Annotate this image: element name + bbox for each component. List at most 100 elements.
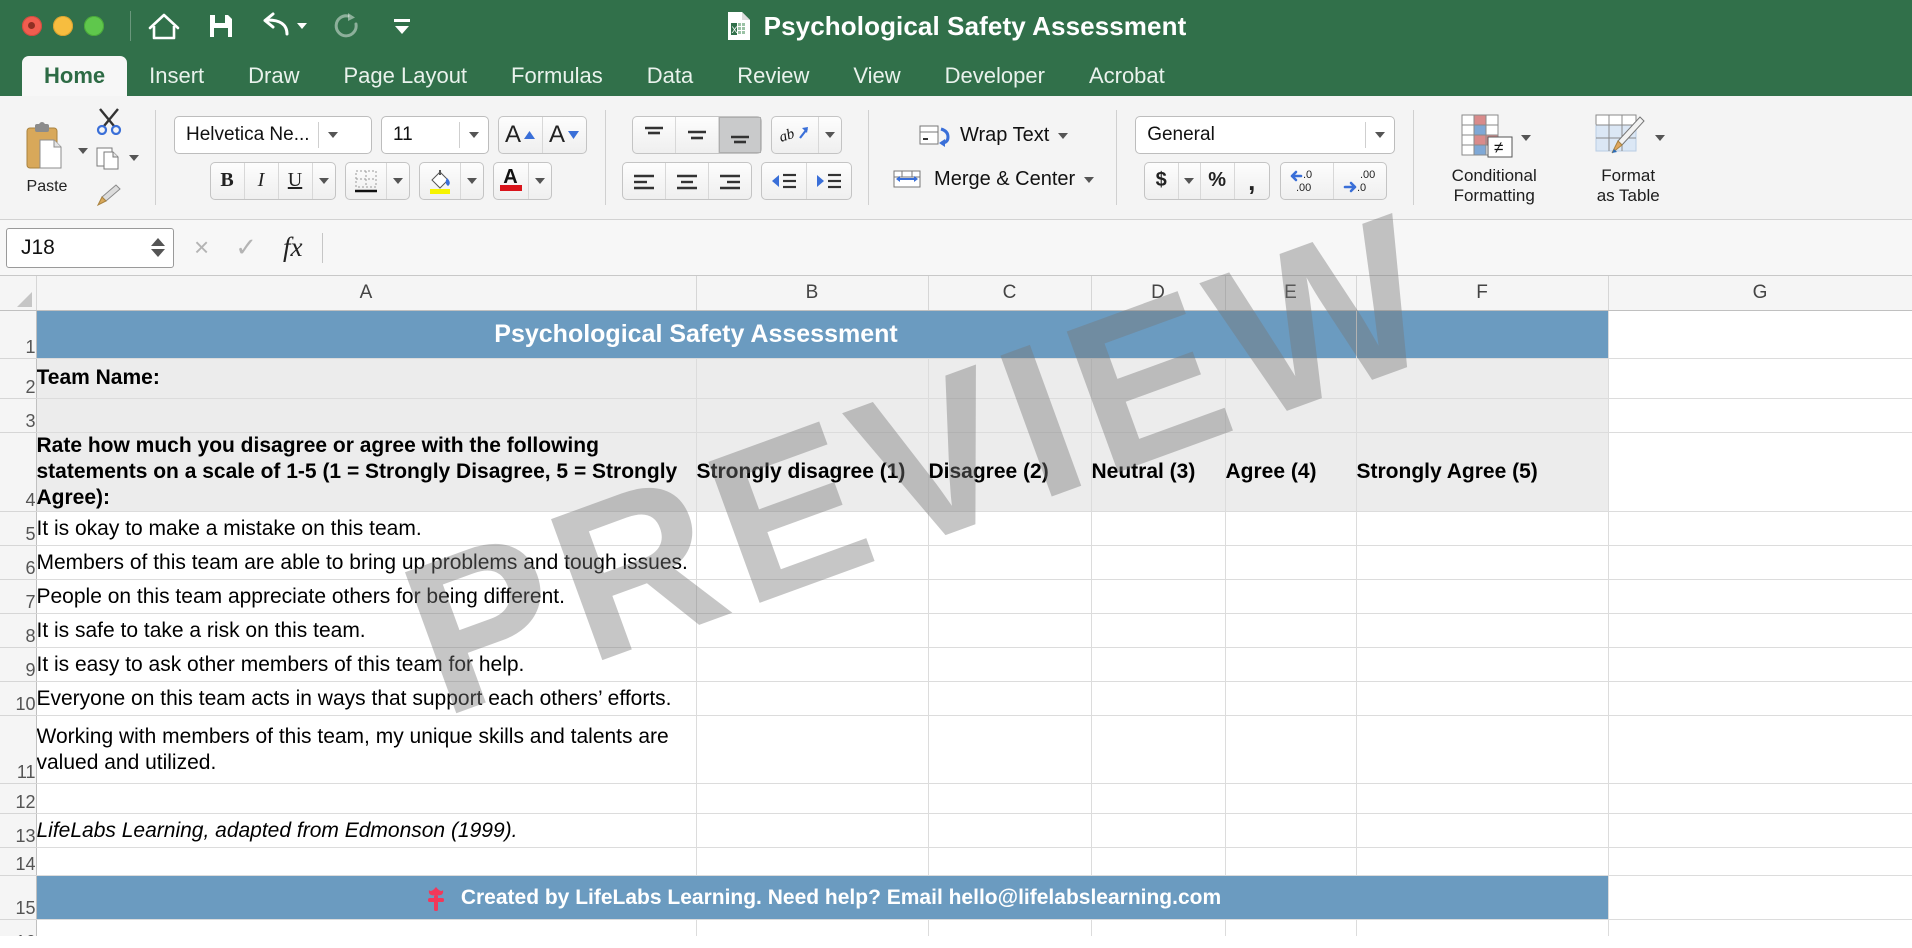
cell-a4[interactable]: Rate how much you disagree or agree with… — [36, 432, 696, 512]
cell-a7[interactable]: People on this team appreciate others fo… — [36, 580, 696, 614]
cell-f2[interactable] — [1356, 358, 1608, 398]
customize-toolbar-icon[interactable] — [389, 13, 415, 39]
cell-g7[interactable] — [1608, 580, 1912, 614]
cell-e14[interactable] — [1225, 848, 1356, 876]
font-family-caret[interactable] — [328, 132, 338, 138]
cell-b8[interactable] — [696, 614, 928, 648]
currency-dropdown-caret[interactable] — [1179, 163, 1201, 199]
orientation-button[interactable]: ab — [772, 117, 819, 153]
save-icon[interactable] — [207, 12, 235, 40]
tab-developer[interactable]: Developer — [923, 56, 1067, 96]
cell-d2[interactable] — [1091, 358, 1225, 398]
row-header-1[interactable]: 1 — [0, 310, 36, 358]
cell-f1[interactable] — [1356, 310, 1608, 358]
cell-a10[interactable]: Everyone on this team acts in ways that … — [36, 682, 696, 716]
cell-c2[interactable] — [928, 358, 1091, 398]
conditional-formatting-button[interactable]: ≠ Conditional Formatting — [1430, 110, 1558, 204]
cell-g6[interactable] — [1608, 546, 1912, 580]
cell-d14[interactable] — [1091, 848, 1225, 876]
decrease-font-size-button[interactable]: A — [543, 117, 586, 153]
cut-button[interactable] — [94, 106, 139, 136]
cell-d7[interactable] — [1091, 580, 1225, 614]
cell-b7[interactable] — [696, 580, 928, 614]
cell-e13[interactable] — [1225, 814, 1356, 848]
cell-b5[interactable] — [696, 512, 928, 546]
cell-g16[interactable] — [1608, 920, 1912, 936]
cell-f16[interactable] — [1356, 920, 1608, 936]
cell-a6[interactable]: Members of this team are able to bring u… — [36, 546, 696, 580]
increase-indent-button[interactable] — [807, 163, 851, 199]
cell-b12[interactable] — [696, 784, 928, 814]
number-format-caret[interactable] — [1375, 132, 1385, 138]
formula-input[interactable] — [323, 228, 1912, 268]
cell-e3[interactable] — [1225, 398, 1356, 432]
top-align-button[interactable] — [633, 117, 676, 153]
cell-d8[interactable] — [1091, 614, 1225, 648]
redo-icon[interactable] — [333, 11, 363, 41]
cell-c8[interactable] — [928, 614, 1091, 648]
font-color-dropdown-caret[interactable] — [529, 163, 551, 199]
format-as-table-caret[interactable] — [1655, 135, 1665, 141]
cell-c16[interactable] — [928, 920, 1091, 936]
cell-d12[interactable] — [1091, 784, 1225, 814]
cell-f10[interactable] — [1356, 682, 1608, 716]
cell-a12[interactable] — [36, 784, 696, 814]
tab-insert[interactable]: Insert — [127, 56, 226, 96]
minimize-window-button[interactable] — [53, 16, 73, 36]
cell-a14[interactable] — [36, 848, 696, 876]
cell-f14[interactable] — [1356, 848, 1608, 876]
cell-f11[interactable] — [1356, 716, 1608, 784]
row-header-11[interactable]: 11 — [0, 716, 36, 784]
cell-e11[interactable] — [1225, 716, 1356, 784]
cell-a11[interactable]: Working with members of this team, my un… — [36, 716, 696, 784]
row-header-2[interactable]: 2 — [0, 358, 36, 398]
cell-f13[interactable] — [1356, 814, 1608, 848]
paste-button[interactable]: Paste — [10, 120, 84, 196]
font-family-select[interactable]: Helvetica Ne... — [174, 116, 372, 154]
format-as-table-button[interactable]: Format as Table — [1564, 110, 1692, 204]
number-format-select[interactable]: General — [1135, 116, 1395, 154]
cell-a3[interactable] — [36, 398, 696, 432]
column-header-f[interactable]: F — [1356, 276, 1608, 310]
decrease-indent-button[interactable] — [762, 163, 807, 199]
font-size-select[interactable]: 11 — [381, 116, 489, 154]
merge-center-button[interactable]: Merge & Center — [891, 166, 1094, 194]
align-left-button[interactable] — [623, 163, 666, 199]
tab-formulas[interactable]: Formulas — [489, 56, 625, 96]
percent-button[interactable]: % — [1201, 163, 1235, 199]
row-header-13[interactable]: 13 — [0, 814, 36, 848]
align-right-button[interactable] — [709, 163, 751, 199]
cell-e4[interactable]: Agree (4) — [1225, 432, 1356, 512]
row-header-16[interactable]: 16 — [0, 920, 36, 936]
decrease-decimal-button[interactable]: .00 .0 — [1334, 163, 1386, 199]
cell-f9[interactable] — [1356, 648, 1608, 682]
bottom-align-button[interactable] — [719, 117, 761, 153]
column-header-b[interactable]: B — [696, 276, 928, 310]
cell-g2[interactable] — [1608, 358, 1912, 398]
row-header-8[interactable]: 8 — [0, 614, 36, 648]
cell-a1[interactable]: Psychological Safety Assessment — [36, 310, 1356, 358]
borders-button[interactable] — [346, 163, 387, 199]
underline-button[interactable]: U — [279, 163, 313, 199]
column-header-d[interactable]: D — [1091, 276, 1225, 310]
row-header-4[interactable]: 4 — [0, 432, 36, 512]
cell-d16[interactable] — [1091, 920, 1225, 936]
cell-c13[interactable] — [928, 814, 1091, 848]
cell-c10[interactable] — [928, 682, 1091, 716]
cell-f4[interactable]: Strongly Agree (5) — [1356, 432, 1608, 512]
maximize-window-button[interactable] — [84, 16, 104, 36]
cell-e8[interactable] — [1225, 614, 1356, 648]
cell-d13[interactable] — [1091, 814, 1225, 848]
row-header-7[interactable]: 7 — [0, 580, 36, 614]
close-window-button[interactable] — [22, 16, 42, 36]
cell-c7[interactable] — [928, 580, 1091, 614]
cell-a16[interactable] — [36, 920, 696, 936]
comma-button[interactable]: , — [1235, 163, 1269, 199]
cell-d10[interactable] — [1091, 682, 1225, 716]
increase-font-size-button[interactable]: A — [499, 117, 543, 153]
select-all-corner[interactable] — [0, 276, 36, 310]
tab-draw[interactable]: Draw — [226, 56, 321, 96]
row-header-6[interactable]: 6 — [0, 546, 36, 580]
cell-b6[interactable] — [696, 546, 928, 580]
undo-dropdown-caret[interactable] — [297, 23, 307, 29]
